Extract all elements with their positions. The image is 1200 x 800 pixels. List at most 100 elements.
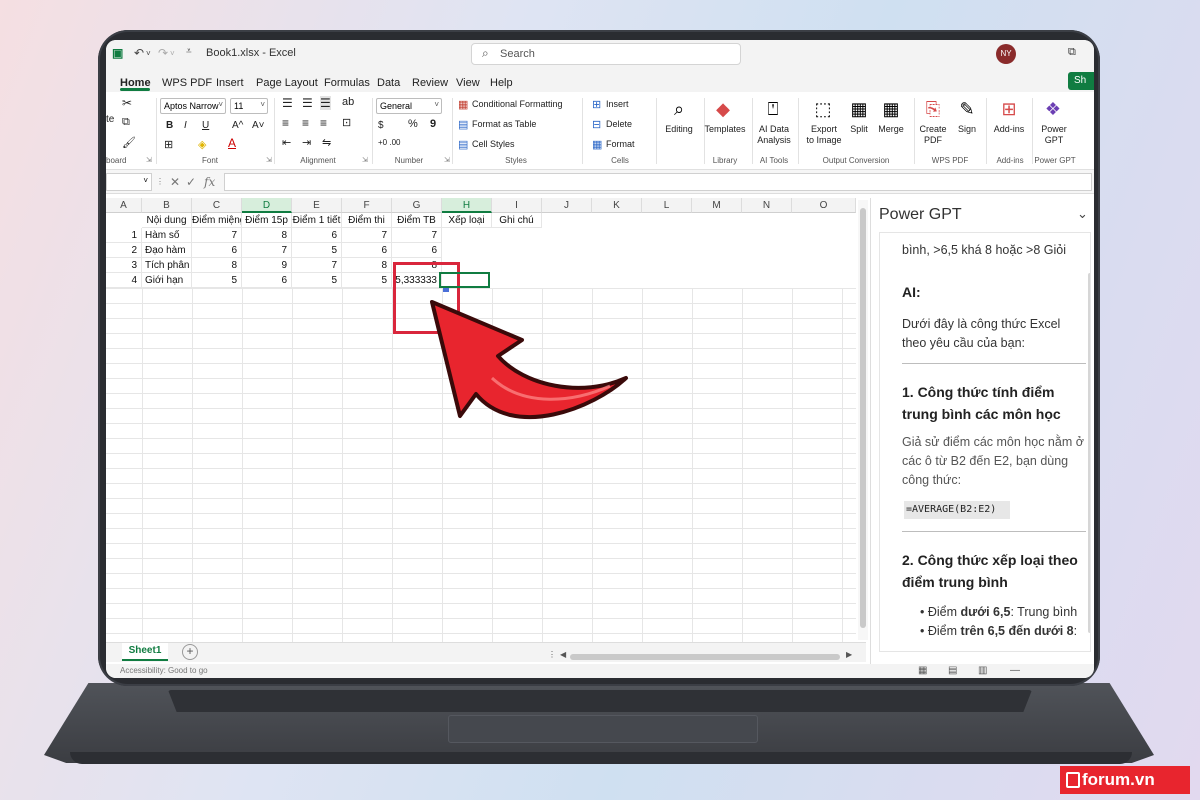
chevron-down-icon[interactable]: ⌄ [1077, 206, 1088, 222]
accessibility-status[interactable]: Accessibility: Good to go [120, 666, 208, 675]
currency-button[interactable]: $ [378, 120, 384, 131]
grow-font-button[interactable]: A^ [232, 120, 243, 131]
increase-indent-icon[interactable]: ⇥ [302, 136, 311, 149]
column-header[interactable]: I [492, 198, 542, 213]
page-layout-view-icon[interactable]: ▤ [948, 665, 957, 676]
value-cell[interactable]: 5 [342, 273, 392, 288]
selected-cell[interactable] [439, 272, 490, 288]
row-number-cell[interactable]: 1 [106, 228, 142, 243]
split-icon[interactable]: ▦ [846, 96, 872, 122]
cancel-icon[interactable]: ✕ [170, 175, 180, 189]
align-bottom-icon[interactable]: ☰ [320, 96, 331, 110]
export-to-image-button[interactable]: Export to Image [802, 124, 846, 146]
decimal-buttons[interactable]: +0 .00 [378, 138, 400, 147]
grid-vertical-scrollbar[interactable] [858, 200, 868, 640]
sign-button[interactable]: Sign [952, 124, 982, 135]
value-cell[interactable]: 6 [192, 243, 242, 258]
create-pdf-icon[interactable]: ⎘ [920, 96, 946, 122]
redo-icon[interactable]: ↷ [158, 46, 168, 60]
tab-wps-pdf[interactable]: WPS PDF [162, 77, 212, 89]
sign-icon[interactable]: ✎ [954, 96, 980, 122]
format-painter-icon[interactable]: 🖌 [122, 136, 136, 149]
average-cell[interactable]: 6 [392, 243, 442, 258]
cut-icon[interactable]: ✂ [122, 96, 132, 110]
conditional-formatting-button[interactable]: Conditional Formatting [472, 99, 563, 109]
confirm-icon[interactable]: ✓ [186, 175, 196, 189]
sheet-tab[interactable]: Sheet1 [122, 643, 168, 661]
name-cell[interactable]: Đạo hàm [142, 243, 192, 258]
name-cell[interactable]: Tích phân [142, 258, 192, 273]
align-center-icon[interactable]: ≡ [302, 116, 309, 130]
editing-button[interactable]: Editing [658, 124, 700, 135]
value-cell[interactable]: 6 [292, 228, 342, 243]
column-header[interactable]: A [106, 198, 142, 213]
value-cell[interactable]: 8 [342, 258, 392, 273]
column-header[interactable]: N [742, 198, 792, 213]
name-box[interactable]: ˅ [106, 173, 152, 191]
column-header[interactable]: O [792, 198, 856, 213]
split-button[interactable]: Split [844, 124, 874, 135]
undo-dropdown-icon[interactable]: ˅ [146, 49, 151, 58]
column-header[interactable]: L [642, 198, 692, 213]
format-as-table-button[interactable]: Format as Table [472, 119, 536, 129]
column-header[interactable]: H [442, 198, 492, 213]
avatar[interactable]: NY [996, 44, 1016, 64]
tab-review[interactable]: Review [412, 77, 448, 89]
decrease-indent-icon[interactable]: ⇤ [282, 136, 291, 149]
panel-scrollbar[interactable] [1088, 273, 1090, 633]
header-cell[interactable]: Điểm 15p [242, 213, 292, 228]
delete-cells-button[interactable]: Delete [606, 119, 632, 129]
value-cell[interactable]: 5 [292, 243, 342, 258]
templates-button[interactable]: Templates [702, 124, 748, 135]
clipboard-launcher-icon[interactable]: ⇲ [146, 156, 152, 164]
name-cell[interactable]: Giới hạn [142, 273, 192, 288]
paste-label[interactable]: te [106, 114, 114, 125]
create-pdf-button[interactable]: Create PDF [916, 124, 950, 146]
font-launcher-icon[interactable]: ⇲ [266, 156, 272, 164]
export-to-image-icon[interactable]: ⬚ [810, 96, 836, 122]
row-number-cell[interactable]: 3 [106, 258, 142, 273]
add-ins-button[interactable]: Add-ins [990, 124, 1028, 135]
editing-search-icon[interactable]: ⌕ [666, 96, 692, 122]
orientation-icon[interactable]: ab [342, 96, 354, 108]
header-cell[interactable]: Điểm 1 tiết [292, 213, 342, 228]
ai-data-analysis-icon[interactable]: ⍞ [760, 96, 786, 122]
search-input[interactable]: ⌕ Search [471, 43, 741, 65]
copy-icon[interactable]: ⧉ [122, 116, 130, 129]
formula-bar-menu-icon[interactable]: ⋮ [156, 177, 164, 186]
font-size-select[interactable]: 11 ˅ [230, 98, 268, 114]
value-cell[interactable]: 7 [292, 258, 342, 273]
hscroll-menu-icon[interactable]: ⋮ [548, 650, 556, 659]
header-cell[interactable]: Nội dung [142, 213, 192, 228]
value-cell[interactable]: 6 [342, 243, 392, 258]
zoom-out-icon[interactable]: — [1010, 665, 1020, 676]
value-cell[interactable]: 7 [242, 243, 292, 258]
number-format-select[interactable]: General ˅ [376, 98, 442, 114]
header-cell[interactable]: Ghi chú [492, 213, 542, 228]
share-button[interactable]: Sh [1068, 72, 1094, 90]
number-launcher-icon[interactable]: ⇲ [444, 156, 450, 164]
font-color-icon[interactable]: A [228, 136, 236, 150]
merge-icon[interactable]: ▦ [878, 96, 904, 122]
row-number-cell[interactable]: 4 [106, 273, 142, 288]
customize-qat-icon[interactable]: ⩡ [186, 46, 192, 57]
align-middle-icon[interactable]: ☰ [302, 96, 313, 110]
formula-code[interactable]: =AVERAGE(B2:E2) [904, 501, 1010, 519]
value-cell[interactable]: 9 [242, 258, 292, 273]
add-ins-icon[interactable]: ⊞ [996, 96, 1022, 122]
value-cell[interactable]: 8 [242, 228, 292, 243]
column-header[interactable]: F [342, 198, 392, 213]
tab-insert[interactable]: Insert [216, 77, 244, 89]
header-cell[interactable]: Xếp loại [442, 213, 492, 228]
italic-button[interactable]: I [184, 120, 187, 131]
comma-button[interactable]: 9 [430, 118, 436, 130]
value-cell[interactable]: 7 [342, 228, 392, 243]
scroll-left-icon[interactable]: ◀ [560, 650, 566, 659]
templates-icon[interactable]: ◆ [710, 96, 736, 122]
tab-help[interactable]: Help [490, 77, 513, 89]
ai-data-analysis-button[interactable]: AI Data Analysis [754, 124, 794, 146]
header-cell[interactable]: Điểm thi [342, 213, 392, 228]
power-gpt-button[interactable]: Power GPT [1036, 124, 1072, 146]
chat-body[interactable]: bình, >6,5 khá 8 hoặc >8 Giỏi AI: Dưới đ… [879, 232, 1091, 652]
scrollbar-thumb[interactable] [860, 208, 866, 628]
